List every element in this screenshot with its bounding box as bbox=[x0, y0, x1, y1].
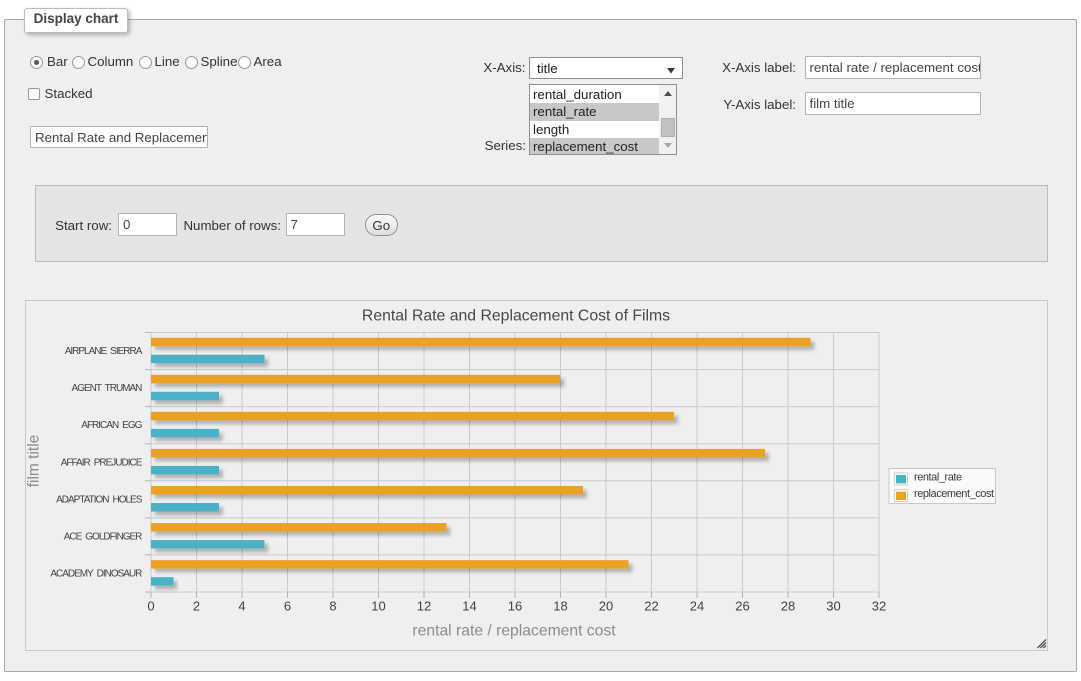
svg-text:AFFAIR PREJUDICE: AFFAIR PREJUDICE bbox=[61, 457, 143, 468]
svg-text:ACE GOLDFINGER: ACE GOLDFINGER bbox=[64, 531, 142, 542]
svg-text:6: 6 bbox=[284, 599, 291, 614]
svg-text:14: 14 bbox=[462, 599, 476, 614]
svg-text:AGENT TRUMAN: AGENT TRUMAN bbox=[72, 383, 143, 394]
svg-text:rental rate / replacement cost: rental rate / replacement cost bbox=[412, 623, 616, 640]
svg-text:AFRICAN EGG: AFRICAN EGG bbox=[81, 420, 142, 431]
svg-text:24: 24 bbox=[690, 599, 704, 614]
svg-text:ADAPTATION HOLES: ADAPTATION HOLES bbox=[56, 494, 143, 505]
svg-text:replacement_cost: replacement_cost bbox=[914, 488, 994, 500]
svg-text:10: 10 bbox=[371, 599, 385, 614]
svg-text:26: 26 bbox=[735, 599, 749, 614]
svg-text:4: 4 bbox=[238, 599, 245, 614]
svg-text:0: 0 bbox=[147, 599, 154, 614]
svg-text:8: 8 bbox=[329, 599, 336, 614]
svg-text:Rental Rate and Replacement Co: Rental Rate and Replacement Cost of Film… bbox=[362, 308, 670, 325]
svg-text:18: 18 bbox=[553, 599, 567, 614]
svg-text:AIRPLANE SIERRA: AIRPLANE SIERRA bbox=[65, 346, 143, 357]
svg-text:16: 16 bbox=[508, 599, 522, 614]
svg-text:30: 30 bbox=[826, 599, 840, 614]
svg-text:rental_rate: rental_rate bbox=[914, 471, 962, 483]
svg-text:2: 2 bbox=[193, 599, 200, 614]
svg-text:ACADEMY DINOSAUR: ACADEMY DINOSAUR bbox=[50, 568, 142, 579]
svg-text:28: 28 bbox=[781, 599, 795, 614]
svg-text:12: 12 bbox=[417, 599, 431, 614]
svg-text:film title: film title bbox=[26, 435, 43, 488]
svg-text:22: 22 bbox=[644, 599, 658, 614]
svg-text:20: 20 bbox=[599, 599, 613, 614]
svg-text:32: 32 bbox=[872, 599, 886, 614]
